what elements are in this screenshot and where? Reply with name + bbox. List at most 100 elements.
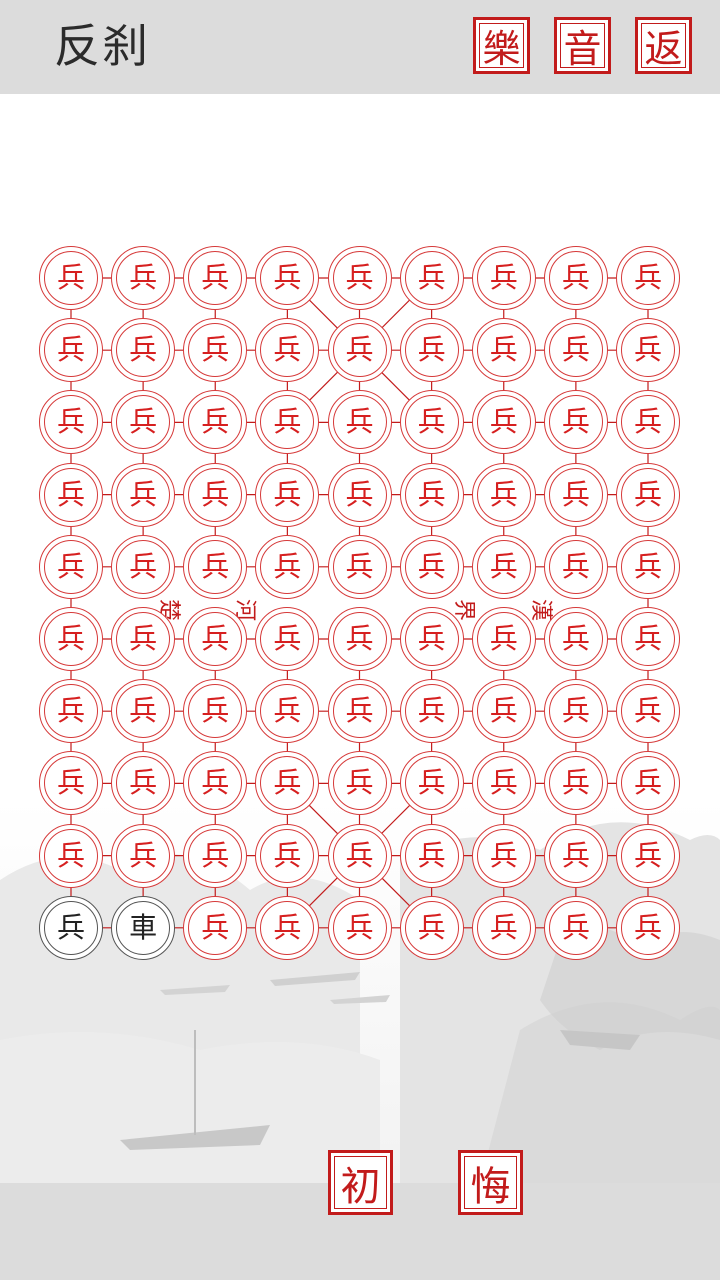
red-soldier-piece[interactable]: 兵 (183, 246, 248, 310)
red-soldier-piece[interactable]: 兵 (543, 246, 608, 310)
red-soldier-piece[interactable]: 兵 (543, 607, 608, 671)
red-soldier-piece[interactable]: 兵 (183, 462, 248, 527)
red-soldier-piece[interactable]: 兵 (183, 318, 248, 383)
red-soldier-piece[interactable]: 兵 (616, 751, 680, 816)
red-soldier-piece[interactable]: 兵 (183, 895, 248, 960)
red-soldier-piece[interactable]: 兵 (471, 534, 536, 599)
red-soldier-piece[interactable]: 兵 (39, 823, 103, 888)
undo-button-label: 悔 (470, 1163, 511, 1210)
undo-button[interactable]: 悔 (458, 1150, 523, 1215)
red-soldier-piece[interactable]: 兵 (616, 462, 680, 527)
red-soldier-piece[interactable]: 兵 (543, 823, 608, 888)
red-soldier-piece[interactable]: 兵 (327, 823, 392, 888)
red-soldier-piece[interactable]: 兵 (255, 534, 320, 599)
red-soldier-piece[interactable]: 兵 (616, 679, 680, 744)
red-soldier-piece[interactable]: 兵 (399, 246, 464, 310)
red-soldier-piece[interactable]: 兵 (471, 462, 536, 527)
red-soldier-piece[interactable]: 兵 (111, 823, 176, 888)
red-soldier-piece[interactable]: 兵 (327, 390, 392, 455)
red-soldier-piece[interactable]: 兵 (543, 895, 608, 960)
red-soldier-piece[interactable]: 兵 (111, 534, 176, 599)
piece-label: 兵 (489, 910, 518, 944)
red-soldier-piece[interactable]: 兵 (255, 823, 320, 888)
restart-button[interactable]: 初 (328, 1150, 393, 1215)
red-soldier-piece[interactable]: 兵 (255, 462, 320, 527)
red-soldier-piece[interactable]: 兵 (543, 318, 608, 383)
red-soldier-piece[interactable]: 兵 (39, 751, 103, 816)
piece-label: 兵 (345, 549, 374, 583)
red-soldier-piece[interactable]: 兵 (471, 895, 536, 960)
red-soldier-piece[interactable]: 兵 (327, 318, 392, 383)
red-soldier-piece[interactable]: 兵 (327, 462, 392, 527)
red-soldier-piece[interactable]: 兵 (399, 751, 464, 816)
red-soldier-piece[interactable]: 兵 (543, 390, 608, 455)
red-soldier-piece[interactable]: 兵 (399, 318, 464, 383)
red-soldier-piece[interactable]: 兵 (543, 751, 608, 816)
red-soldier-piece[interactable]: 兵 (39, 679, 103, 744)
piece-label: 兵 (345, 333, 374, 367)
red-soldier-piece[interactable]: 兵 (111, 607, 176, 671)
piece-label: 兵 (56, 261, 85, 294)
piece-label: 兵 (345, 477, 374, 511)
red-soldier-piece[interactable]: 兵 (327, 751, 392, 816)
red-soldier-piece[interactable]: 兵 (543, 534, 608, 599)
red-soldier-piece[interactable]: 兵 (183, 607, 248, 671)
red-soldier-piece[interactable]: 兵 (543, 679, 608, 744)
piece-label: 兵 (273, 477, 302, 511)
piece-label: 兵 (633, 622, 662, 655)
red-soldier-piece[interactable]: 兵 (39, 607, 103, 671)
red-soldier-piece[interactable]: 兵 (616, 607, 680, 671)
piece-label: 兵 (201, 333, 230, 367)
red-soldier-piece[interactable]: 兵 (327, 679, 392, 744)
red-soldier-piece[interactable]: 兵 (399, 607, 464, 671)
red-soldier-piece[interactable]: 兵 (399, 823, 464, 888)
red-soldier-piece[interactable]: 兵 (183, 534, 248, 599)
red-soldier-piece[interactable]: 兵 (616, 895, 680, 960)
red-soldier-piece[interactable]: 兵 (39, 318, 103, 383)
red-soldier-piece[interactable]: 兵 (255, 607, 320, 671)
red-soldier-piece[interactable]: 兵 (255, 246, 320, 310)
red-soldier-piece[interactable]: 兵 (471, 318, 536, 383)
red-soldier-piece[interactable]: 兵 (39, 246, 103, 310)
red-soldier-piece[interactable]: 兵 (399, 462, 464, 527)
red-soldier-piece[interactable]: 兵 (39, 390, 103, 455)
piece-label: 兵 (633, 405, 662, 439)
red-soldier-piece[interactable]: 兵 (616, 318, 680, 383)
red-soldier-piece[interactable]: 兵 (327, 895, 392, 960)
red-soldier-piece[interactable]: 兵 (543, 462, 608, 527)
red-soldier-piece[interactable]: 兵 (399, 534, 464, 599)
piece-label: 兵 (129, 694, 158, 728)
red-soldier-piece[interactable]: 兵 (111, 318, 176, 383)
piece-label: 兵 (417, 766, 446, 800)
red-soldier-piece[interactable]: 兵 (471, 607, 536, 671)
red-soldier-piece[interactable]: 兵 (399, 390, 464, 455)
red-soldier-piece[interactable]: 兵 (39, 534, 103, 599)
red-soldier-piece[interactable]: 兵 (471, 823, 536, 888)
red-soldier-piece[interactable]: 兵 (111, 462, 176, 527)
piece-label: 兵 (633, 333, 662, 367)
red-soldier-piece[interactable]: 兵 (471, 679, 536, 744)
red-soldier-piece[interactable]: 兵 (616, 823, 680, 888)
red-soldier-piece[interactable]: 兵 (39, 462, 103, 527)
black-chariot-piece[interactable]: 車 (111, 895, 176, 960)
piece-label: 兵 (561, 838, 590, 872)
red-soldier-piece[interactable]: 兵 (471, 246, 536, 310)
red-soldier-piece[interactable]: 兵 (616, 246, 680, 310)
black-soldier-piece[interactable]: 兵 (39, 895, 103, 960)
red-soldier-piece[interactable]: 兵 (111, 679, 176, 744)
piece-label: 兵 (345, 622, 374, 655)
red-soldier-piece[interactable]: 兵 (471, 751, 536, 816)
red-soldier-piece[interactable]: 兵 (111, 246, 176, 310)
red-soldier-piece[interactable]: 兵 (399, 679, 464, 744)
red-soldier-piece[interactable]: 兵 (471, 390, 536, 455)
red-soldier-piece[interactable]: 兵 (616, 534, 680, 599)
red-soldier-piece[interactable]: 兵 (327, 534, 392, 599)
red-soldier-piece[interactable]: 兵 (327, 246, 392, 310)
red-soldier-piece[interactable]: 兵 (183, 679, 248, 744)
red-soldier-piece[interactable]: 兵 (255, 895, 320, 960)
red-soldier-piece[interactable]: 兵 (327, 607, 392, 671)
piece-label: 兵 (561, 694, 590, 728)
red-soldier-piece[interactable]: 兵 (399, 895, 464, 960)
red-soldier-piece[interactable]: 兵 (183, 823, 248, 888)
red-soldier-piece[interactable]: 兵 (616, 390, 680, 455)
